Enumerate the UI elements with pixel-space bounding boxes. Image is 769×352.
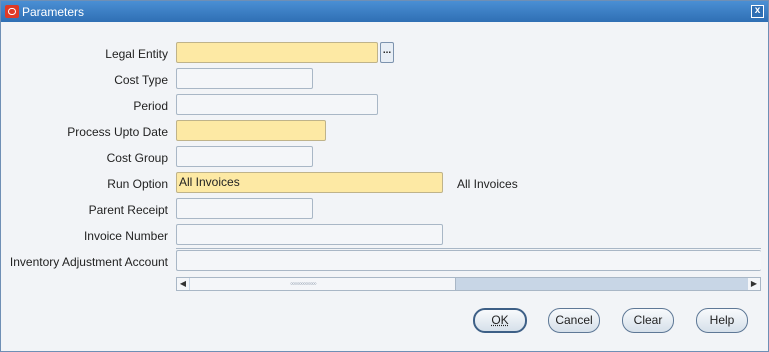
cost-group-field[interactable] [176,146,313,167]
oracle-logo-icon [5,5,19,18]
scrollbar-grip-icon: ◦◦◦◦◦◦◦◦◦◦◦◦◦◦ [290,279,317,288]
invoice-number-field[interactable] [176,224,443,245]
process-upto-date-label: Process Upto Date [67,125,168,139]
cancel-button-label: Cancel [555,313,593,327]
title-bar[interactable]: Parameters x [1,1,768,22]
scroll-right-icon[interactable]: ▶ [748,278,760,290]
run-option-field[interactable]: All Invoices [176,172,443,193]
cancel-button[interactable]: Cancel [548,308,600,333]
help-button-label: Help [709,313,735,327]
cost-type-field[interactable] [176,68,313,89]
divider [176,248,761,249]
parent-receipt-label: Parent Receipt [88,203,168,217]
inventory-adjustment-account-label: Inventory Adjustment Account [9,255,168,269]
inventory-adjustment-account-field[interactable] [176,250,761,271]
clear-button-label: Clear [633,313,663,327]
list-of-values-button[interactable]: ... [380,42,394,63]
horizontal-scrollbar[interactable]: ◀ ◦◦◦◦◦◦◦◦◦◦◦◦◦◦ ▶ [176,277,761,291]
help-button[interactable]: Help [696,308,748,333]
cost-type-label: Cost Type [114,73,168,87]
scrollbar-thumb[interactable]: ◦◦◦◦◦◦◦◦◦◦◦◦◦◦ [190,278,456,290]
clear-button[interactable]: Clear [622,308,674,333]
legal-entity-label: Legal Entity [105,47,168,61]
period-field[interactable] [176,94,378,115]
scroll-left-icon[interactable]: ◀ [177,278,189,290]
run-option-label: Run Option [107,177,168,191]
legal-entity-field[interactable] [176,42,378,63]
ok-button[interactable]: OK [473,308,527,333]
process-upto-date-field[interactable] [176,120,326,141]
window-title: Parameters [22,5,85,19]
period-label: Period [133,99,168,113]
parent-receipt-field[interactable] [176,198,313,219]
ok-button-label: OK [491,313,509,327]
run-option-description: All Invoices [457,177,518,191]
cost-group-label: Cost Group [106,151,168,165]
parameters-window: Parameters x Legal Entity ... Cost Type … [0,0,769,352]
close-button[interactable]: x [751,5,764,18]
invoice-number-label: Invoice Number [83,229,168,243]
